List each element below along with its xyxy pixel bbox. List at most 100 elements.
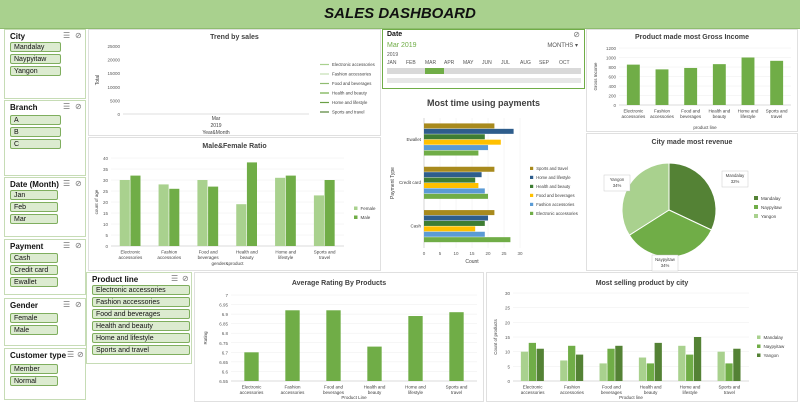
x-tick-label: Food and beverages <box>323 385 345 396</box>
y-tick-label: 15000 <box>107 71 120 76</box>
x-axis-label: Count <box>465 259 479 265</box>
clear-filter-icon[interactable]: ⊘ <box>573 30 580 39</box>
legend-swatch <box>754 214 758 218</box>
bar <box>169 188 180 246</box>
slicer-item-c[interactable]: C <box>10 139 61 149</box>
dashboard-title: SALES DASHBOARD <box>324 5 476 22</box>
timeline-level-select[interactable]: MONTHS ▾ <box>547 42 578 49</box>
y-tick-label: 0 <box>507 379 510 384</box>
bar <box>326 310 341 381</box>
timeline-month-label: JUN <box>482 60 492 66</box>
bar <box>424 177 476 183</box>
bar <box>424 215 488 221</box>
y-axis-label: Count of products <box>493 318 498 354</box>
clear-filter-icon[interactable]: ⊘ <box>75 241 82 250</box>
slicer-item-food-and-beverages[interactable]: Food and beverages <box>92 309 190 319</box>
slicer-item-jan[interactable]: Jan <box>10 190 58 200</box>
y-tick-label: 30 <box>103 178 109 183</box>
legend-swatch <box>530 166 534 170</box>
clear-filter-icon[interactable]: ⊘ <box>75 300 82 309</box>
x-tick-label: Food and beverages <box>680 109 702 120</box>
y-tick-label: 400 <box>608 84 616 89</box>
multiselect-icon[interactable]: ☰ <box>67 350 74 359</box>
y-tick-label: 7 <box>225 293 228 298</box>
bar <box>686 354 694 381</box>
multiselect-icon[interactable]: ☰ <box>63 31 70 40</box>
bar <box>733 348 741 381</box>
slicer-item-male[interactable]: Male <box>10 325 58 335</box>
y-tick-label: 20 <box>505 320 511 325</box>
timeline-month-label: MAR <box>425 60 437 66</box>
clear-filter-icon[interactable]: ⊘ <box>75 179 82 188</box>
bar <box>424 166 495 172</box>
rating-chart: 6.55 6.6 6.65 6.7 6.75 6.8 6.85 6.9 6.95 7 Electro… <box>203 293 477 400</box>
legend-entry: Health and beauty <box>332 91 368 96</box>
multiselect-icon[interactable]: ☰ <box>63 102 70 111</box>
slicer-item-fashion-accessories[interactable]: Fashion accessories <box>92 297 190 307</box>
legend-entry: Fashion accessories <box>536 202 574 207</box>
slicer-item-a[interactable]: A <box>10 115 61 125</box>
slicer-item-member[interactable]: Member <box>10 364 58 374</box>
slicer-item-credit-card[interactable]: Credit card <box>10 265 58 275</box>
multiselect-icon[interactable]: ☰ <box>63 179 70 188</box>
timeline-month-label: OCT <box>559 60 570 66</box>
timeline-month-label: MAY <box>463 60 474 66</box>
legend-swatch <box>530 193 534 197</box>
legend-swatch <box>354 215 358 219</box>
bar <box>285 310 300 381</box>
multiselect-icon[interactable]: ☰ <box>171 274 178 283</box>
bar <box>712 64 726 105</box>
slicer-header: Customer type <box>10 351 67 360</box>
bar <box>158 184 169 246</box>
timeline-scrollbar[interactable] <box>387 78 581 83</box>
slicer-item-female[interactable]: Female <box>10 313 58 323</box>
timeline-selected-range[interactable] <box>425 68 444 74</box>
slicer-item-sports-and-travel[interactable]: Sports and travel <box>92 345 190 355</box>
city-product-panel: Most selling product by city 0 5 10 15 20 25 3… <box>486 272 798 402</box>
y-tick-label: 6.95 <box>219 303 228 308</box>
x-tick-label: 25 <box>501 251 507 256</box>
slicer-item-cash[interactable]: Cash <box>10 253 58 263</box>
slicer-item-normal[interactable]: Normal <box>10 376 58 386</box>
bar <box>654 342 662 381</box>
x-tick-label: Sports and travel <box>718 385 740 396</box>
multiselect-icon[interactable]: ☰ <box>63 300 70 309</box>
slicer-product-line: Product line ☰ ⊘ Electronic accessories … <box>86 272 192 364</box>
y-tick-label: 1200 <box>606 46 617 51</box>
clear-filter-icon[interactable]: ⊘ <box>77 350 84 359</box>
slicer-item-naypyitaw[interactable]: Naypyitaw <box>10 54 61 64</box>
timeline-bar[interactable] <box>387 68 581 74</box>
slicer-item-feb[interactable]: Feb <box>10 202 58 212</box>
legend-entry: Food and beverages <box>332 81 371 86</box>
slicer-item-mar[interactable]: Mar <box>10 214 58 224</box>
legend-swatch <box>754 196 758 200</box>
bar <box>424 210 495 216</box>
legend-swatch <box>757 353 761 357</box>
bar <box>324 180 335 246</box>
clear-filter-icon[interactable]: ⊘ <box>75 31 82 40</box>
slicer-item-yangon[interactable]: Yangon <box>10 66 61 76</box>
bar <box>770 60 784 105</box>
bar <box>424 183 479 189</box>
slicer-item-b[interactable]: B <box>10 127 61 137</box>
x-tick-label: 30 <box>517 251 523 256</box>
legend-swatch <box>530 184 534 188</box>
slicer-item-ewallet[interactable]: Ewallet <box>10 277 58 287</box>
slicer-item-electronic-accessories[interactable]: Electronic accessories <box>92 285 190 295</box>
x-tick-label: Food and beverages <box>601 385 623 396</box>
legend-entry: Food and beverages <box>536 193 574 198</box>
slicer-item-health-and-beauty[interactable]: Health and beauty <box>92 321 190 331</box>
bar <box>528 342 536 381</box>
slicer-item-home-and-lifestyle[interactable]: Home and lifestyle <box>92 333 190 343</box>
timeline-level-label: MONTHS <box>547 43 574 49</box>
multiselect-icon[interactable]: ☰ <box>63 241 70 250</box>
legend-entry: Fashion accessories <box>332 72 371 77</box>
x-tick-label: Mar <box>212 116 221 122</box>
x-axis-label: Year&Month <box>202 130 230 136</box>
y-tick-label: 0 <box>117 112 120 117</box>
clear-filter-icon[interactable]: ⊘ <box>182 274 189 283</box>
slicer-item-mandalay[interactable]: Mandalay <box>10 42 61 52</box>
slicer-gender: Gender ☰ ⊘ Female Male <box>4 298 86 346</box>
clear-filter-icon[interactable]: ⊘ <box>75 102 82 111</box>
gross-income-panel: Product made most Gross Income 0 200 400 60… <box>586 29 798 132</box>
